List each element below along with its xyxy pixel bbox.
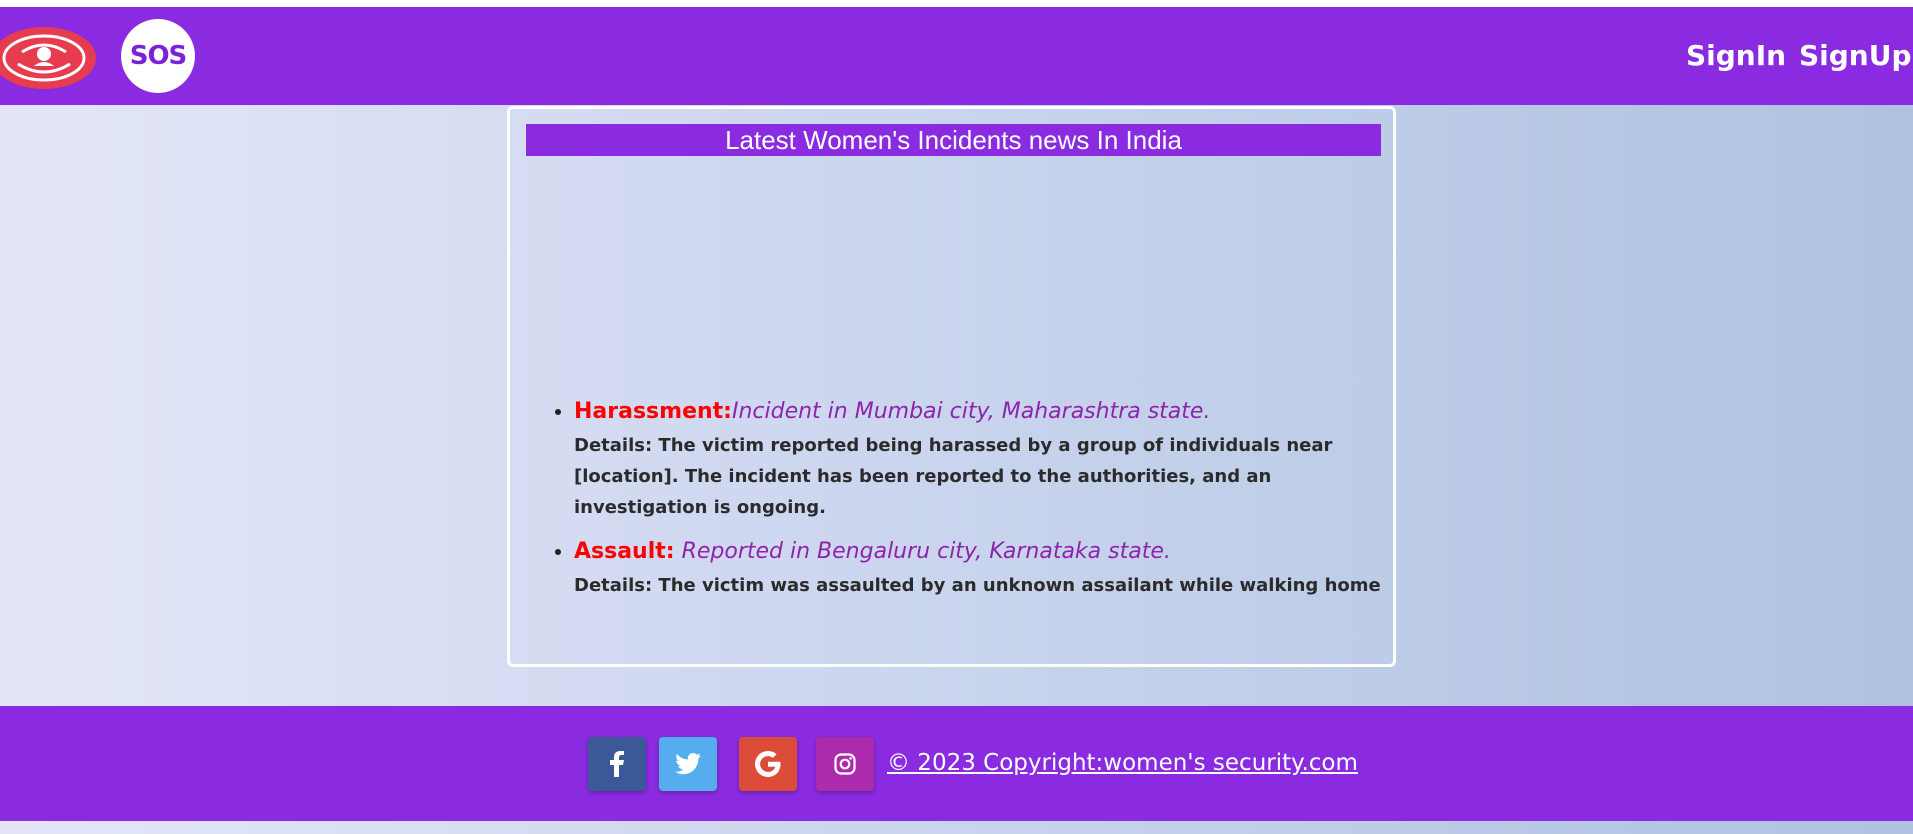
news-item: Harassment:Incident in Mumbai city, Maha… bbox=[574, 399, 1386, 523]
news-item: Assault: Reported in Bengaluru city, Kar… bbox=[574, 539, 1386, 601]
news-card-title: Latest Women's Incidents news In India bbox=[526, 124, 1381, 156]
twitter-button[interactable] bbox=[659, 737, 717, 791]
navbar: SOS SignIn SignUp bbox=[0, 7, 1913, 105]
signin-link[interactable]: SignIn bbox=[1686, 39, 1786, 72]
news-category: Assault: bbox=[574, 539, 675, 564]
news-list: Harassment:Incident in Mumbai city, Maha… bbox=[526, 399, 1386, 601]
instagram-button[interactable] bbox=[816, 737, 874, 791]
news-location: Incident in Mumbai city, Maharashtra sta… bbox=[731, 399, 1211, 424]
facebook-icon bbox=[610, 751, 624, 777]
signup-link[interactable]: SignUp bbox=[1799, 39, 1912, 72]
google-button[interactable] bbox=[739, 737, 797, 791]
instagram-icon bbox=[834, 753, 856, 775]
news-category: Harassment: bbox=[574, 399, 732, 424]
news-details: Details: The victim was assaulted by an … bbox=[574, 575, 1381, 596]
facebook-button[interactable] bbox=[588, 737, 646, 791]
google-icon bbox=[755, 751, 781, 777]
logo[interactable] bbox=[0, 27, 96, 89]
copyright-link[interactable]: © 2023 Copyright:women's security.com bbox=[887, 750, 1358, 776]
footer: © 2023 Copyright:women's security.com bbox=[0, 706, 1913, 821]
shield-hands-icon bbox=[2, 34, 86, 82]
news-scroll-area[interactable]: Harassment:Incident in Mumbai city, Maha… bbox=[526, 399, 1386, 602]
sos-button[interactable]: SOS bbox=[121, 19, 195, 93]
news-location: Reported in Bengaluru city, Karnataka st… bbox=[674, 539, 1171, 564]
news-card: Latest Women's Incidents news In India H… bbox=[507, 106, 1396, 667]
top-strip bbox=[0, 0, 1913, 7]
news-details: Details: The victim reported being haras… bbox=[574, 435, 1333, 518]
twitter-icon bbox=[675, 753, 701, 775]
